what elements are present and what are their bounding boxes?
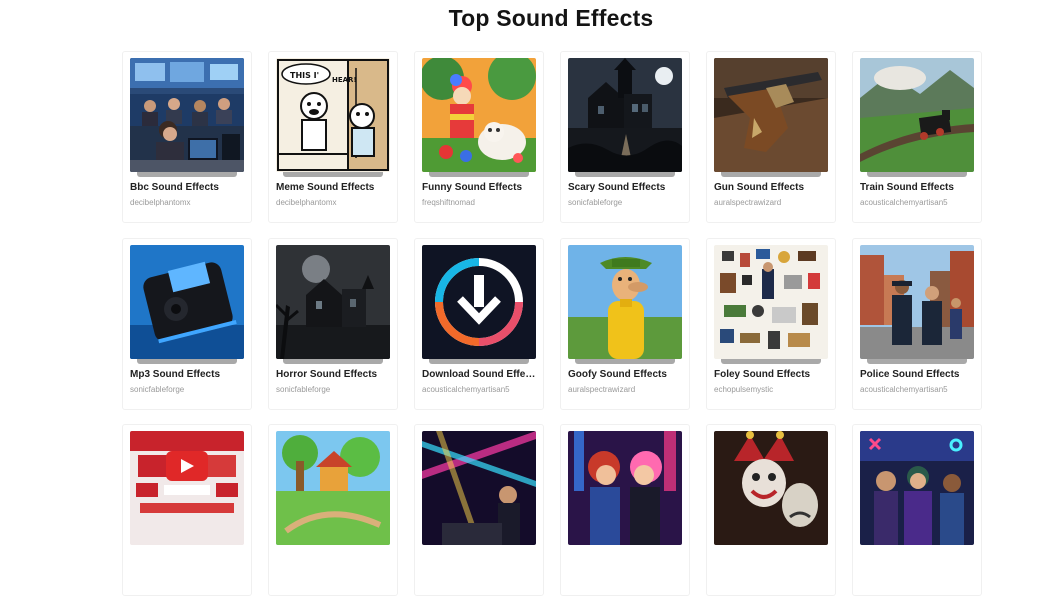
sound-card-funny[interactable]: Funny Sound Effects freqshiftnomad bbox=[414, 51, 544, 223]
thumbnail-cartoon-world[interactable] bbox=[276, 431, 390, 545]
thumbnail-dark-mansion[interactable] bbox=[276, 245, 390, 359]
svg-text:HEAR!: HEAR! bbox=[332, 76, 357, 84]
thumbnail-foley-objects[interactable] bbox=[714, 245, 828, 359]
sound-card-scary[interactable]: Scary Sound Effects sonicfableforge bbox=[560, 51, 690, 223]
thumbnail-newsroom[interactable] bbox=[130, 58, 244, 172]
card-shadow bbox=[283, 172, 383, 177]
sound-card-gun[interactable]: Gun Sound Effects auralspectrawizard bbox=[706, 51, 836, 223]
page-title: Top Sound Effects bbox=[448, 5, 654, 31]
thumbnail-goofy-character[interactable] bbox=[568, 245, 682, 359]
thumbnail-clown[interactable] bbox=[422, 58, 536, 172]
svg-text:THIS I': THIS I' bbox=[290, 71, 319, 80]
card-author[interactable]: sonicfableforge bbox=[568, 198, 684, 207]
thumbnail-police-street[interactable] bbox=[860, 245, 974, 359]
card-author[interactable]: auralspectrawizard bbox=[568, 385, 684, 394]
card-author[interactable]: acousticalchemyartisan5 bbox=[422, 385, 538, 394]
card-title[interactable]: Goofy Sound Effects bbox=[568, 369, 684, 380]
card-shadow bbox=[721, 172, 821, 177]
card-title[interactable]: Foley Sound Effects bbox=[714, 369, 830, 380]
card-author[interactable]: decibelphantomx bbox=[276, 198, 392, 207]
card-shadow bbox=[867, 359, 967, 364]
thumbnail-video-player[interactable] bbox=[130, 431, 244, 545]
thumbnail-gamers[interactable] bbox=[860, 431, 974, 545]
sound-card-train[interactable]: Train Sound Effects acousticalchemyartis… bbox=[852, 51, 982, 223]
thumbnail-neon-characters[interactable] bbox=[568, 431, 682, 545]
card-title[interactable]: Download Sound Effects bbox=[422, 369, 538, 380]
sound-card-bbc[interactable]: Bbc Sound Effects decibelphantomx bbox=[122, 51, 252, 223]
card-author[interactable]: freqshiftnomad bbox=[422, 198, 538, 207]
sound-card-youtube[interactable] bbox=[122, 424, 252, 596]
card-author[interactable]: sonicfableforge bbox=[130, 385, 246, 394]
card-title[interactable]: Police Sound Effects bbox=[860, 369, 976, 380]
card-author[interactable]: echopulsemystic bbox=[714, 385, 830, 394]
card-title[interactable]: Funny Sound Effects bbox=[422, 182, 538, 193]
sound-card-comedy[interactable] bbox=[706, 424, 836, 596]
card-shadow bbox=[137, 172, 237, 177]
sound-card-horror[interactable]: Horror Sound Effects sonicfableforge bbox=[268, 238, 398, 410]
sound-card-mp3[interactable]: Mp3 Sound Effects sonicfableforge bbox=[122, 238, 252, 410]
card-title[interactable]: Meme Sound Effects bbox=[276, 182, 392, 193]
sound-card-goofy[interactable]: Goofy Sound Effects auralspectrawizard bbox=[560, 238, 690, 410]
card-title[interactable]: Horror Sound Effects bbox=[276, 369, 392, 380]
thumbnail-download-icon[interactable] bbox=[422, 245, 536, 359]
thumbnail-flintlock[interactable] bbox=[714, 58, 828, 172]
card-title[interactable]: Bbc Sound Effects bbox=[130, 182, 246, 193]
card-author[interactable]: decibelphantomx bbox=[130, 198, 246, 207]
thumbnail-dj-stage[interactable] bbox=[422, 431, 536, 545]
card-shadow bbox=[867, 172, 967, 177]
card-author[interactable]: auralspectrawizard bbox=[714, 198, 830, 207]
card-shadow bbox=[429, 359, 529, 364]
sound-card-concert[interactable] bbox=[414, 424, 544, 596]
card-title[interactable]: Gun Sound Effects bbox=[714, 182, 830, 193]
card-shadow bbox=[283, 359, 383, 364]
card-title[interactable]: Train Sound Effects bbox=[860, 182, 976, 193]
card-shadow bbox=[575, 172, 675, 177]
card-shadow bbox=[137, 359, 237, 364]
thumbnail-meme-comic[interactable]: THIS I' HEAR! bbox=[276, 58, 390, 172]
thumbnail-jester-masks[interactable] bbox=[714, 431, 828, 545]
card-author[interactable]: acousticalchemyartisan5 bbox=[860, 385, 976, 394]
card-title[interactable]: Scary Sound Effects bbox=[568, 182, 684, 193]
card-shadow bbox=[575, 359, 675, 364]
sound-card-download[interactable]: Download Sound Effects acousticalchemyar… bbox=[414, 238, 544, 410]
sound-card-cartoon[interactable] bbox=[268, 424, 398, 596]
card-shadow bbox=[721, 359, 821, 364]
card-title[interactable]: Mp3 Sound Effects bbox=[130, 369, 246, 380]
sound-card-foley[interactable]: Foley Sound Effects echopulsemystic bbox=[706, 238, 836, 410]
thumbnail-haunted-house[interactable] bbox=[568, 58, 682, 172]
card-shadow bbox=[429, 172, 529, 177]
sound-card-gaming[interactable] bbox=[852, 424, 982, 596]
sound-card-police[interactable]: Police Sound Effects acousticalchemyarti… bbox=[852, 238, 982, 410]
thumbnail-steam-train[interactable] bbox=[860, 58, 974, 172]
sound-card-meme[interactable]: THIS I' HEAR! Meme Sound Effects decibel… bbox=[268, 51, 398, 223]
card-author[interactable]: sonicfableforge bbox=[276, 385, 392, 394]
card-author[interactable]: acousticalchemyartisan5 bbox=[860, 198, 976, 207]
sound-card-anime[interactable] bbox=[560, 424, 690, 596]
thumbnail-mp3-player[interactable] bbox=[130, 245, 244, 359]
